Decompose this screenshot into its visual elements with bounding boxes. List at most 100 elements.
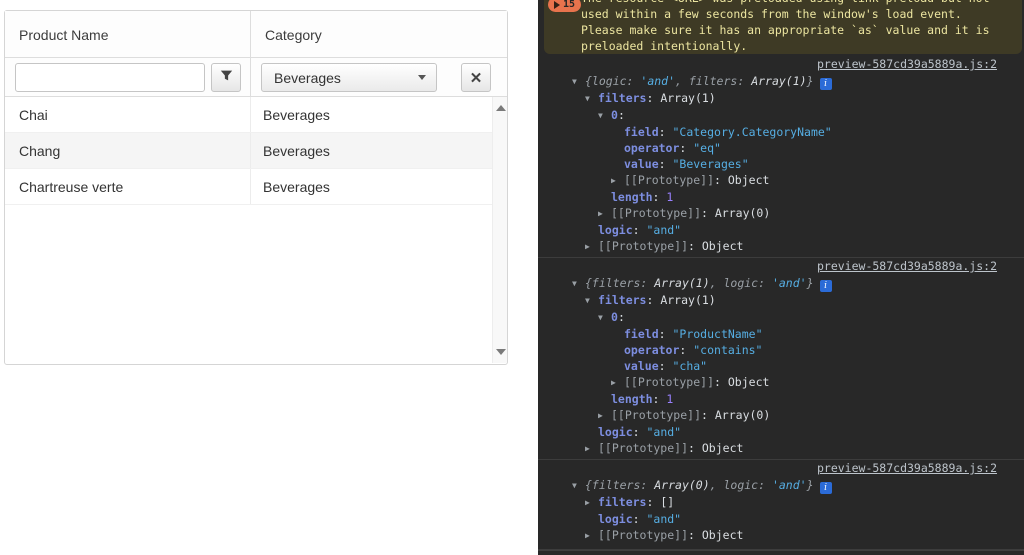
console-row: value: "cha" [538, 358, 1024, 374]
expand-arrow-icon[interactable]: ▶ [585, 528, 598, 544]
console-row: ▼0: [538, 107, 1024, 124]
console-token: : [688, 441, 702, 455]
console-token: Array(1) [751, 74, 806, 88]
warning-text: The resource <URL> was preloaded using l… [581, 0, 1014, 54]
grid-filter-row: Beverages ✕ [5, 58, 507, 97]
console-token: : [653, 392, 667, 406]
source-link-row: preview-587cd39a5889a.js:2 [538, 461, 1024, 477]
console-token: Array(1) [660, 91, 715, 105]
console-token: {logic: [585, 74, 640, 88]
console-warning-wrap: 15 The resource <URL> was preloaded usin… [538, 0, 1024, 54]
console-warning-message: 15 The resource <URL> was preloaded usin… [544, 0, 1022, 54]
console-token: "eq" [693, 141, 721, 155]
console-token: length [611, 190, 653, 204]
console-token: [[Prototype]] [624, 173, 714, 187]
console-token: Object [702, 441, 744, 455]
chevron-down-icon [418, 75, 426, 80]
console-token: : [659, 327, 673, 341]
expand-arrow-icon[interactable]: ▶ [611, 375, 624, 391]
expand-arrow-icon[interactable]: ▶ [585, 441, 598, 457]
expand-arrow-icon[interactable]: ▼ [585, 293, 598, 309]
console-token: operator [624, 343, 679, 357]
expand-arrow-icon[interactable]: ▼ [598, 310, 611, 326]
grid-vertical-scrollbar[interactable] [492, 97, 507, 363]
expand-arrow-icon[interactable]: ▶ [585, 239, 598, 255]
console-token: } [807, 478, 814, 492]
console-row: ▶[[Prototype]]: Object [538, 374, 1024, 391]
clear-filter-button[interactable]: ✕ [461, 63, 491, 92]
console-token: : [679, 141, 693, 155]
console-token: "ProductName" [672, 327, 762, 341]
category-filter-cell: Beverages ✕ [251, 58, 507, 96]
console-token: [[Prototype]] [624, 375, 714, 389]
console-token: "contains" [693, 343, 762, 357]
console-token: : [688, 528, 702, 542]
console-token: operator [624, 141, 679, 155]
console-row: length: 1 [538, 189, 1024, 205]
console-source-link[interactable]: preview-587cd39a5889a.js:2 [817, 461, 997, 475]
console-prompt[interactable]: ❯ [538, 550, 1024, 555]
console-token: 1 [666, 190, 673, 204]
expand-arrow-icon[interactable]: ▼ [572, 478, 585, 494]
category-filter-dropdown[interactable]: Beverages [261, 63, 437, 92]
console-token: : [633, 512, 647, 526]
expand-arrow-icon[interactable]: ▼ [572, 74, 585, 90]
console-token: : [679, 343, 693, 357]
console-token: 'and' [772, 276, 807, 290]
console-token: "Category.CategoryName" [672, 125, 831, 139]
console-log-entry: preview-587cd39a5889a.js:2 ▼{filters: Arr… [538, 460, 1024, 550]
console-token: "Beverages" [672, 157, 748, 171]
console-token: logic [598, 223, 633, 237]
console-row: operator: "eq" [538, 140, 1024, 156]
warning-count-badge[interactable]: 15 [548, 0, 581, 12]
console-row: ▶filters: [] [538, 494, 1024, 511]
console-token: : [659, 359, 673, 373]
console-row: ▼{filters: Array(0), logic: 'and'}i [538, 477, 1024, 494]
console-row: length: 1 [538, 391, 1024, 407]
console-token: {filters: [585, 276, 654, 290]
console-source-link[interactable]: preview-587cd39a5889a.js:2 [817, 57, 997, 71]
console-token: : [659, 157, 673, 171]
expand-arrow-icon[interactable]: ▶ [585, 495, 598, 511]
console-token: logic [598, 425, 633, 439]
grid-header-row: Product Name Category [5, 11, 507, 58]
console-token: value [624, 359, 659, 373]
scroll-up-arrow-icon[interactable] [496, 105, 506, 111]
console-token: Object [702, 239, 744, 253]
console-log-entry: preview-587cd39a5889a.js:2▼{filters: Arr… [538, 258, 1024, 460]
console-token: logic [598, 512, 633, 526]
console-token: : [618, 310, 625, 324]
console-token: : [701, 206, 715, 220]
console-token: Array(1) [660, 293, 715, 307]
grid-rows: Chai Beverages Chang Beverages Chartreus… [5, 97, 492, 205]
expand-arrow-icon[interactable]: ▼ [585, 91, 598, 107]
console-row: ▶[[Prototype]]: Object [538, 527, 1024, 544]
scroll-down-arrow-icon[interactable] [496, 349, 506, 355]
console-row: field: "ProductName" [538, 326, 1024, 342]
source-link-row: preview-587cd39a5889a.js:2 [538, 259, 1024, 275]
console-token: : [701, 408, 715, 422]
console-token: [[Prototype]] [611, 408, 701, 422]
console-token: : [646, 91, 660, 105]
console-entries: preview-587cd39a5889a.js:2▼{logic: 'and'… [538, 54, 1024, 550]
console-token: : [688, 239, 702, 253]
console-token: , filters: [675, 74, 751, 88]
expand-arrow-icon[interactable]: ▼ [598, 108, 611, 124]
expand-arrow-icon[interactable]: ▶ [611, 173, 624, 189]
product-cell: Chai [5, 97, 251, 132]
expand-arrow-icon[interactable]: ▼ [572, 276, 585, 292]
console-token: filters [598, 91, 646, 105]
console-source-link[interactable]: preview-587cd39a5889a.js:2 [817, 259, 997, 273]
table-row: Chai Beverages [5, 97, 492, 133]
console-token: Object [728, 173, 770, 187]
filter-button[interactable] [211, 63, 241, 92]
console-token: Object [728, 375, 770, 389]
expand-arrow-icon[interactable]: ▶ [598, 408, 611, 424]
category-cell: Beverages [251, 169, 492, 204]
expand-arrow-icon[interactable]: ▶ [598, 206, 611, 222]
column-header-product-name: Product Name [5, 11, 251, 57]
console-token: : [714, 375, 728, 389]
devtools-console: 15 The resource <URL> was preloaded usin… [538, 0, 1024, 555]
console-token: : [653, 190, 667, 204]
product-name-filter-input[interactable] [15, 63, 205, 92]
